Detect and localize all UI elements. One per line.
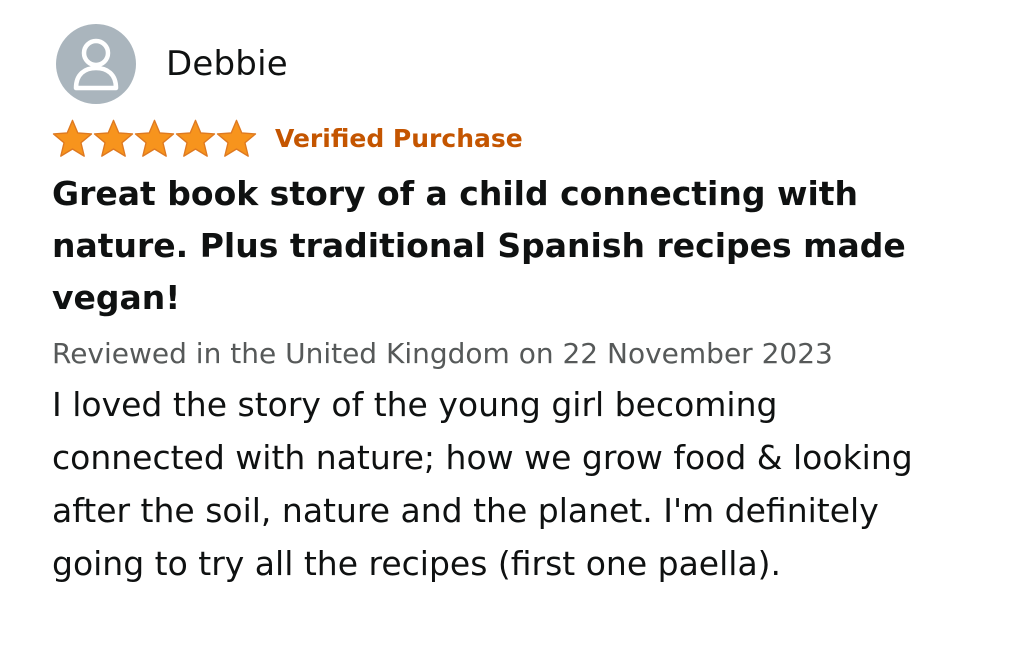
star-icon xyxy=(175,119,216,157)
review-meta: Reviewed in the United Kingdom on 22 Nov… xyxy=(52,337,833,370)
verified-purchase-badge: Verified Purchase xyxy=(275,123,523,153)
review-card: Debbie Verified Purchase Great book stor… xyxy=(52,22,992,590)
user-silhouette-icon xyxy=(73,38,119,91)
reviewer-profile[interactable]: Debbie xyxy=(52,22,992,106)
review-title[interactable]: Great book story of a child connecting w… xyxy=(52,168,932,324)
star-rating[interactable] xyxy=(52,119,257,158)
star-icon xyxy=(134,119,175,157)
star-icon xyxy=(216,119,257,157)
star-icon xyxy=(93,119,134,157)
reviewer-name[interactable]: Debbie xyxy=(166,44,288,84)
avatar[interactable] xyxy=(56,24,136,104)
rating-row: Verified Purchase xyxy=(52,118,992,158)
star-icon xyxy=(52,119,93,157)
review-body: I loved the story of the young girl beco… xyxy=(52,385,913,583)
